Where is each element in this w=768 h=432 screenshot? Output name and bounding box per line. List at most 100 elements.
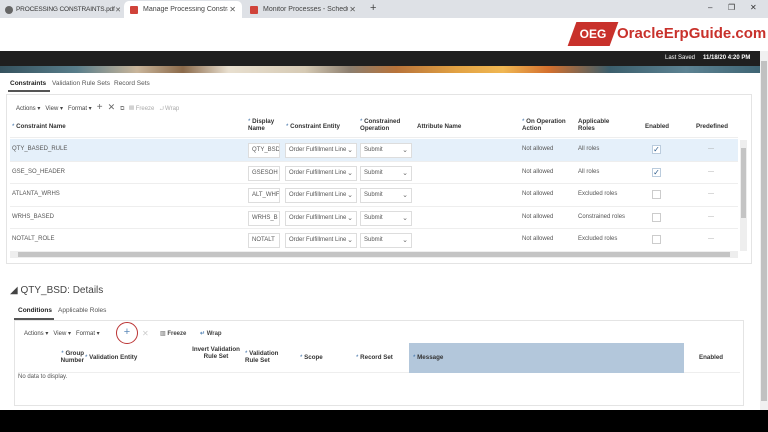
freeze-button[interactable]: ▥ Freeze	[129, 106, 154, 112]
col-constraint-entity[interactable]: * Constraint Entity	[286, 123, 340, 130]
constraint-entity-select[interactable]: Order Fulfillment Line ⌄	[285, 210, 357, 226]
col-message[interactable]: * Message	[409, 343, 684, 373]
chevron-down-icon: ⌄	[347, 169, 353, 177]
tab-validation-rule-sets[interactable]: Validation Rule Sets	[52, 80, 110, 87]
display-name-input[interactable]: QTY_BSD	[248, 143, 280, 158]
oracle-favicon-icon	[250, 5, 258, 14]
bottom-bar	[0, 410, 768, 432]
constraints-header-row: * Constraint Name * Display Name * Const…	[10, 114, 738, 138]
col-display-name[interactable]: * Display Name	[248, 118, 280, 132]
chevron-down-icon: ⌄	[347, 237, 353, 244]
col-invert-validation-rule-set[interactable]: Invert Validation Rule Set	[190, 346, 242, 360]
freeze-button[interactable]: ▥ Freeze	[160, 330, 186, 337]
tab-applicable-roles[interactable]: Applicable Roles	[58, 307, 106, 314]
col-group-number[interactable]: * Group Number	[54, 350, 84, 364]
constrained-operation-select[interactable]: Submit ⌄	[360, 233, 412, 248]
actions-menu[interactable]: Actions ▾	[16, 106, 40, 112]
table-vertical-scrollbar[interactable]	[740, 140, 747, 251]
col-on-operation-action[interactable]: * On Operation Action	[522, 118, 574, 132]
maximize-button[interactable]: ❐	[728, 3, 735, 12]
col-attribute-name[interactable]: Attribute Name	[417, 123, 461, 130]
wrap-button[interactable]: ↵ Wrap	[159, 106, 179, 112]
chevron-down-icon: ⌄	[347, 192, 353, 199]
browser-tab-manage-constraints[interactable]: Manage Processing Constraints ✕	[124, 1, 242, 18]
app-header: OEG OracleErpGuide.com	[0, 18, 768, 51]
tab-conditions[interactable]: Conditions	[18, 307, 52, 314]
constraint-entity-select[interactable]: Order Fulfillment Line ⌄	[285, 165, 357, 181]
col-validation-entity[interactable]: * Validation Entity	[85, 354, 137, 361]
tab-record-sets[interactable]: Record Sets	[114, 80, 150, 87]
display-name-input[interactable]: WRHS_B	[248, 210, 280, 226]
enabled-checkbox[interactable]: ✓	[652, 167, 661, 177]
close-window-button[interactable]: ✕	[750, 3, 757, 12]
constraints-toolbar: Actions ▾ View ▾ Format ▾ + ✕ ⧉ ▥ Freeze…	[16, 102, 179, 113]
constrained-operation-select[interactable]: Submit ⌄	[360, 210, 412, 226]
browser-tab-pdf[interactable]: PROCESSING CONSTRAINTS.pdf ✕	[2, 1, 124, 18]
table-row[interactable]: WRHS_BASED WRHS_B Order Fulfillment Line…	[10, 207, 738, 229]
close-tab-icon[interactable]: ✕	[115, 6, 121, 14]
table-row[interactable]: ATLANTA_WRHS ALT_WHF Order Fulfillment L…	[10, 184, 738, 207]
display-name-input[interactable]: ALT_WHF	[248, 188, 280, 203]
constrained-operation-select[interactable]: Submit ⌄	[360, 165, 412, 181]
detach-icon[interactable]: ⧉	[120, 106, 124, 112]
new-tab-button[interactable]: +	[370, 2, 376, 14]
chevron-down-icon: ⌄	[347, 147, 353, 154]
minimize-button[interactable]: –	[708, 3, 712, 12]
decorative-banner	[0, 66, 762, 73]
add-row-button[interactable]: +	[116, 322, 138, 344]
view-menu[interactable]: View ▾	[45, 106, 63, 112]
format-menu[interactable]: Format ▾	[76, 331, 100, 337]
last-saved-value: 11/18/20 4:20 PM	[703, 55, 751, 61]
constrained-operation-select[interactable]: Submit ⌄	[360, 188, 412, 203]
close-tab-icon[interactable]: ✕	[349, 5, 356, 14]
conditions-header-row: * Group Number * Validation Entity Inver…	[18, 342, 740, 373]
page-scrollbar[interactable]	[760, 51, 768, 411]
enabled-checkbox[interactable]	[652, 235, 661, 244]
add-icon[interactable]: +	[97, 102, 103, 113]
chevron-down-icon: ⌄	[402, 169, 408, 177]
constrained-operation-select[interactable]: Submit ⌄	[360, 143, 412, 158]
actions-menu[interactable]: Actions ▾	[24, 331, 48, 337]
globe-icon	[5, 5, 13, 14]
constraint-entity-select[interactable]: Order Fulfillment Line ⌄	[285, 233, 357, 248]
status-bar: Last Saved 11/18/20 4:20 PM	[0, 51, 762, 66]
col-predefined[interactable]: Predefined	[696, 123, 728, 130]
view-menu[interactable]: View ▾	[53, 331, 71, 337]
constraint-entity-select[interactable]: Order Fulfillment Line ⌄	[285, 188, 357, 203]
delete-icon[interactable]: ✕	[108, 102, 116, 112]
table-row[interactable]: QTY_BASED_RULE QTY_BSD Order Fulfillment…	[10, 139, 738, 162]
conditions-toolbar: Actions ▾ View ▾ Format ▾	[24, 330, 100, 337]
logo-badge: OEG	[567, 22, 619, 46]
horizontal-scrollbar[interactable]	[10, 251, 738, 258]
col-applicable-roles[interactable]: Applicable Roles	[578, 118, 618, 132]
details-title: ◢ QTY_BSD: Details	[10, 285, 104, 296]
logo-text: OracleErpGuide.com	[617, 25, 767, 42]
constraint-entity-select[interactable]: Order Fulfillment Line ⌄	[285, 143, 357, 158]
col-scope[interactable]: * Scope	[300, 354, 323, 361]
table-row[interactable]: GSE_SO_HEADER GSESOH Order Fulfillment L…	[10, 162, 738, 184]
tab-constraints[interactable]: Constraints	[10, 80, 46, 87]
col-validation-rule-set[interactable]: * Validation Rule Set	[245, 350, 287, 364]
table-row[interactable]: NOTALT_ROLE NOTALT Order Fulfillment Lin…	[10, 229, 738, 252]
active-tab-indicator	[8, 90, 50, 92]
browser-tab-bar: PROCESSING CONSTRAINTS.pdf ✕ Manage Proc…	[0, 0, 768, 18]
col-record-set[interactable]: * Record Set	[356, 354, 393, 361]
display-name-input[interactable]: GSESOH	[248, 165, 280, 181]
col-constraint-name[interactable]: * Constraint Name	[12, 123, 66, 130]
enabled-checkbox[interactable]: ✓	[652, 145, 661, 154]
browser-tab-title: PROCESSING CONSTRAINTS.pdf	[16, 6, 115, 13]
add-icon: +	[123, 326, 131, 338]
chevron-down-icon: ⌄	[402, 237, 408, 244]
col-enabled[interactable]: Enabled	[699, 354, 723, 361]
browser-tab-monitor-processes[interactable]: Monitor Processes - Scheduled ✕	[244, 1, 362, 18]
format-menu[interactable]: Format ▾	[68, 106, 92, 112]
display-name-input[interactable]: NOTALT	[248, 233, 280, 248]
close-tab-icon[interactable]: ✕	[229, 5, 236, 14]
col-constrained-operation[interactable]: * Constrained Operation	[360, 118, 410, 132]
enabled-checkbox[interactable]	[652, 190, 661, 199]
col-enabled[interactable]: Enabled	[645, 123, 669, 130]
chevron-down-icon: ⌄	[347, 214, 353, 222]
enabled-checkbox[interactable]	[652, 212, 661, 222]
wrap-button[interactable]: ↵ Wrap	[200, 330, 222, 337]
delete-icon[interactable]: ✕	[142, 329, 149, 338]
